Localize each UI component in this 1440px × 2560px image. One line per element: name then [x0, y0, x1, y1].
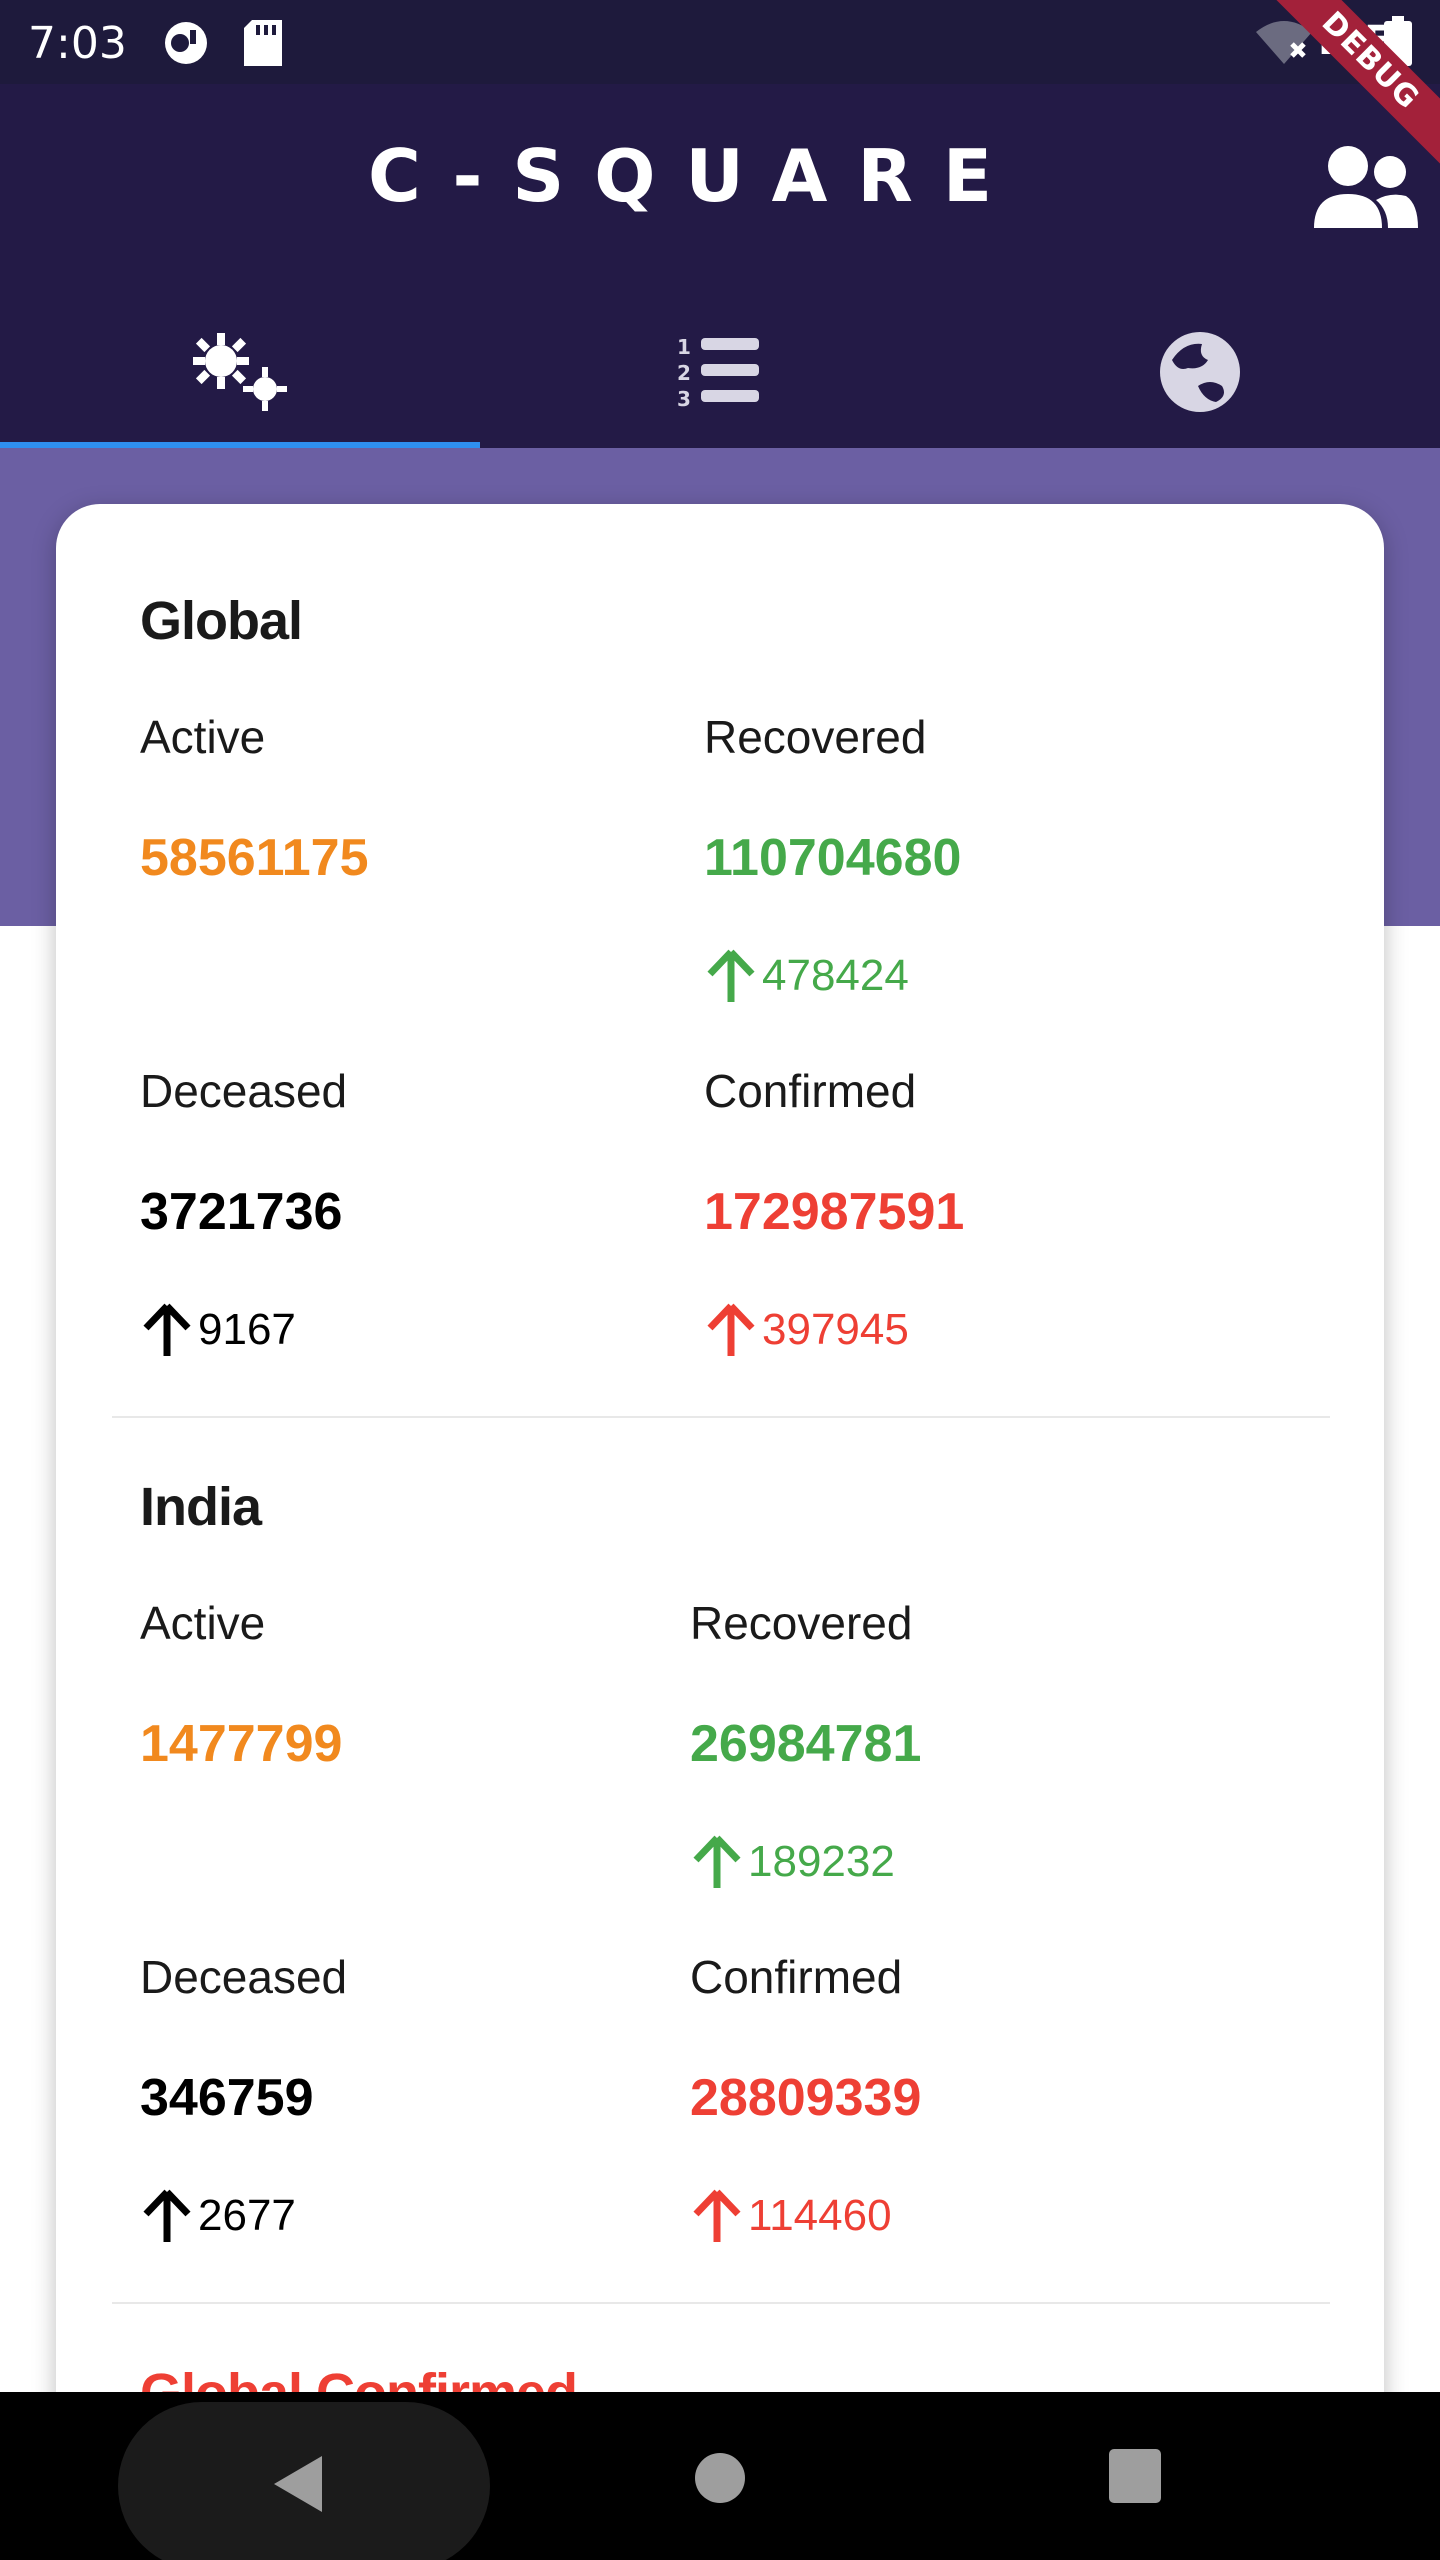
system-nav-bar — [0, 2392, 1440, 2560]
deceased-delta-value: 9167 — [198, 1305, 296, 1354]
virus-icon — [185, 327, 295, 422]
sd-card-icon — [244, 20, 282, 71]
active-label: Active — [140, 711, 266, 763]
active-value: 1477799 — [140, 1715, 343, 1773]
recovered-delta-value: 189232 — [748, 1837, 895, 1886]
tab-world[interactable] — [960, 304, 1440, 444]
recents-icon[interactable] — [1108, 2448, 1162, 2504]
deceased-label: Deceased — [140, 1951, 348, 2003]
recovered-value: 26984781 — [690, 1715, 922, 1773]
stats-card: Global Active 58561175 Recovered 1107046… — [56, 504, 1384, 2560]
confirmed-delta: 397945 — [704, 1302, 909, 1358]
recovered-delta: 478424 — [704, 948, 909, 1004]
confirmed-value: 172987591 — [704, 1183, 965, 1241]
back-icon — [274, 2456, 322, 2512]
arrow-up-icon — [707, 949, 755, 1002]
confirmed-delta: 114460 — [690, 2188, 892, 2244]
app-title: C-SQUARE — [367, 134, 1023, 218]
confirmed-label: Confirmed — [704, 1065, 917, 1117]
recovered-delta: 189232 — [690, 1834, 895, 1890]
arrow-up-icon — [707, 1303, 755, 1356]
globe-icon — [1158, 330, 1242, 419]
deceased-delta: 9167 — [140, 1302, 296, 1358]
status-time: 7:03 — [28, 18, 127, 69]
deceased-delta: 2677 — [140, 2188, 296, 2244]
section-title-india: India — [140, 1477, 262, 1537]
section-divider — [112, 2302, 1330, 2304]
deceased-value: 3721736 — [140, 1183, 343, 1241]
home-icon[interactable] — [694, 2452, 746, 2504]
recovered-delta-value: 478424 — [762, 951, 909, 1000]
tab-cases[interactable] — [0, 304, 480, 444]
back-button[interactable] — [118, 2402, 490, 2560]
tab-rankings[interactable]: 1 2 3 — [480, 304, 960, 444]
confirmed-label: Confirmed — [690, 1951, 903, 2003]
svg-text:2: 2 — [677, 361, 691, 385]
arrow-up-icon — [143, 1303, 191, 1356]
arrow-up-icon — [693, 2189, 741, 2242]
app-bar: C-SQUARE 1 2 3 — [0, 84, 1440, 448]
recovered-value: 110704680 — [704, 829, 962, 887]
svg-text:1: 1 — [677, 335, 691, 359]
recovered-label: Recovered — [690, 1597, 913, 1649]
active-label: Active — [140, 1597, 266, 1649]
deceased-label: Deceased — [140, 1065, 348, 1117]
section-divider — [112, 1416, 1330, 1418]
arrow-up-icon — [693, 1835, 741, 1888]
numbered-list-icon: 1 2 3 — [675, 332, 765, 417]
active-value: 58561175 — [140, 829, 369, 887]
deceased-value: 346759 — [140, 2069, 314, 2127]
confirmed-delta-value: 397945 — [762, 1305, 909, 1354]
status-bar: 7:03 LTE — [0, 0, 1440, 84]
svg-text:3: 3 — [677, 387, 691, 411]
recovered-label: Recovered — [704, 711, 927, 763]
arrow-up-icon — [143, 2189, 191, 2242]
section-title-global: Global — [140, 591, 303, 651]
deceased-delta-value: 2677 — [198, 2191, 296, 2240]
people-icon[interactable] — [1310, 142, 1420, 232]
privacy-indicator-icon — [160, 20, 212, 71]
confirmed-value: 28809339 — [690, 2069, 922, 2127]
confirmed-delta-value: 114460 — [748, 2191, 892, 2240]
